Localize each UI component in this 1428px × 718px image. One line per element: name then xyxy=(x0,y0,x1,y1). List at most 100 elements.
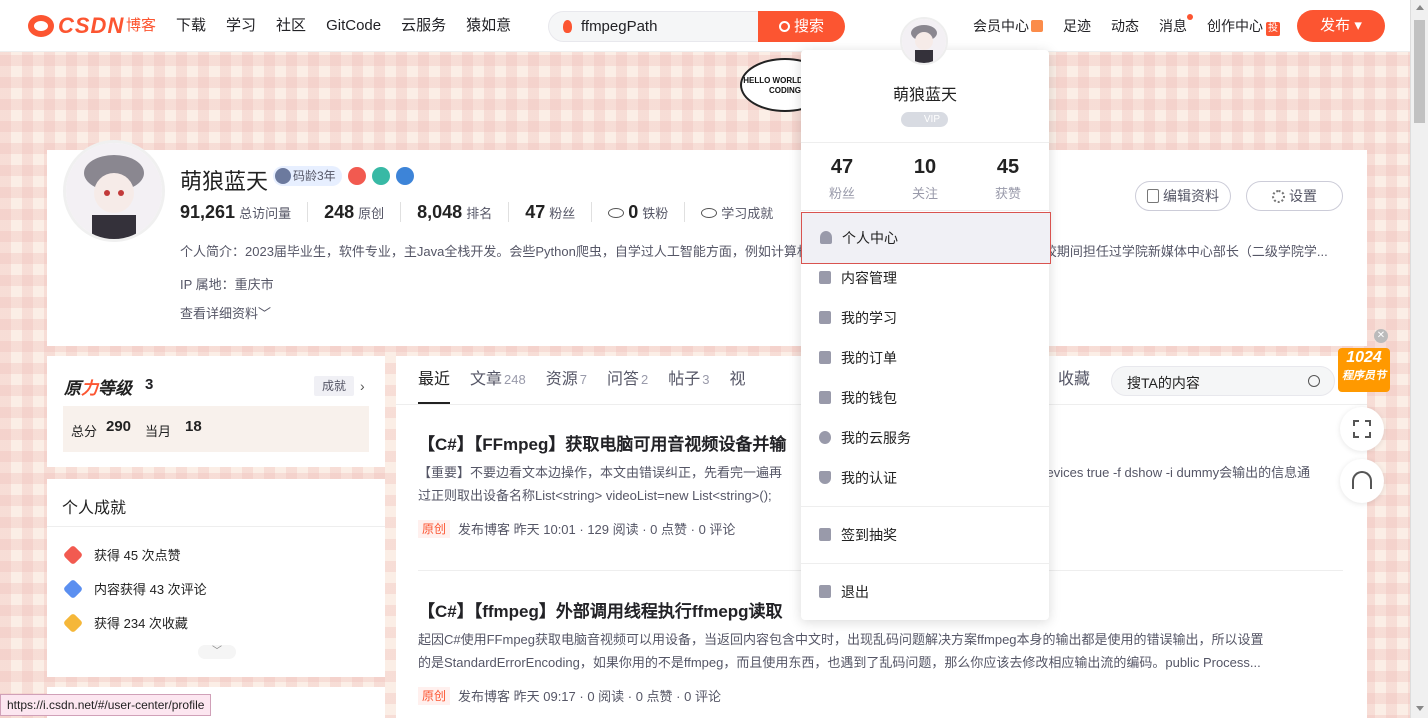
user-avatar[interactable] xyxy=(900,17,948,65)
menu-my-cloud[interactable]: 我的云服务 xyxy=(801,418,1049,458)
page-scrollbar[interactable] xyxy=(1410,0,1428,718)
view-details-label: 查看详细资料 xyxy=(180,306,259,321)
publish-button[interactable]: 发布 ▾ xyxy=(1297,10,1385,42)
menu-personal-center[interactable]: 个人中心 xyxy=(801,212,1051,264)
top-navbar: CSDN 博客 下载 学习 社区 GitCode 云服务 猿如意 ffmpegP… xyxy=(0,0,1410,52)
menu-logout[interactable]: 退出 xyxy=(801,572,1049,612)
search-input-value: ffmpegPath xyxy=(581,18,658,35)
search-bar: ffmpegPath 搜索 xyxy=(548,11,845,42)
nav-yuanruyi[interactable]: 猿如意 xyxy=(466,0,511,52)
promo-close-icon[interactable]: ✕ xyxy=(1374,329,1388,343)
view-details-link[interactable]: 查看详细资料﹀ xyxy=(180,303,271,322)
creator-medal-icon[interactable] xyxy=(347,167,366,185)
messages-link[interactable]: 消息 xyxy=(1159,14,1193,36)
tab-qa-label: 问答 xyxy=(606,371,639,388)
menu-my-wallet[interactable]: 我的钱包 xyxy=(801,378,1049,418)
content-search-input[interactable]: 搜TA的内容 xyxy=(1111,366,1335,396)
edit-doc-icon xyxy=(1147,189,1159,203)
article-meta-text: 发布博客 昨天 09:17 · 0 阅读 · 0 点赞 · 0 评论 xyxy=(458,689,721,704)
tab-articles[interactable]: 文章 248 xyxy=(470,356,526,404)
flame-icon xyxy=(563,20,572,33)
menu-my-certification[interactable]: 我的认证 xyxy=(801,458,1049,498)
tab-resources-count: 7 xyxy=(579,372,587,387)
stat-fans[interactable]: 47 粉丝 xyxy=(525,202,593,222)
tab-videos[interactable]: 视 xyxy=(729,356,745,404)
eye-icon xyxy=(701,208,718,218)
stat-original[interactable]: 248 原创 xyxy=(324,202,402,222)
tab-qa[interactable]: 问答 2 xyxy=(607,356,648,404)
stat-visits-value: 91,261 xyxy=(180,202,236,222)
tab-recent-label: 最近 xyxy=(418,371,451,388)
csdn-logo[interactable]: CSDN xyxy=(28,12,124,40)
achievements-card: 个人成就 获得 45 次点赞 内容获得 43 次评论 获得 234 次收藏 ﹀ xyxy=(47,479,385,677)
nav-download[interactable]: 下载 xyxy=(176,0,206,52)
profile-stats: 91,261 总访问量 248 原创 8,048 排名 47 粉丝 0 铁粉 学习成就 xyxy=(180,202,805,223)
comment-medal-icon xyxy=(62,578,84,599)
gear-icon xyxy=(1272,190,1285,203)
hidden-eye-icon xyxy=(608,208,625,218)
tab-posts[interactable]: 帖子 3 xyxy=(668,356,709,404)
tab-favorites[interactable]: 收藏 xyxy=(1058,356,1090,404)
footprint-link[interactable]: 足迹 xyxy=(1063,16,1091,36)
chevron-right-icon[interactable]: › xyxy=(360,378,365,394)
achievement-button[interactable]: 成就 xyxy=(314,376,355,396)
level-score-strip: 总分 290 当月 18 xyxy=(63,406,369,452)
male-gender-icon xyxy=(395,167,414,185)
creator-badge: 投 xyxy=(1266,22,1280,36)
menu-my-orders[interactable]: 我的订单 xyxy=(801,338,1049,378)
nav-gitcode[interactable]: GitCode xyxy=(326,0,381,52)
dropdown-stat-likes[interactable]: 45 获赞 xyxy=(967,156,1049,202)
profile-avatar[interactable] xyxy=(63,140,165,242)
profile-card: 萌狼蓝天 码龄3年 91,261 总访问量 248 原创 8,048 排名 47 粉丝 … xyxy=(47,140,1367,346)
tab-recent[interactable]: 最近 xyxy=(418,356,451,404)
dropdown-stat-fans[interactable]: 47 粉丝 xyxy=(801,156,883,202)
nav-blog[interactable]: 博客 xyxy=(126,0,156,52)
cloud-service-icon xyxy=(819,431,831,444)
stat-rank[interactable]: 8,048 排名 xyxy=(417,202,510,222)
scroll-down-arrow-icon[interactable] xyxy=(1416,706,1424,711)
level-title-a: 原 xyxy=(64,379,81,398)
search-input[interactable]: ffmpegPath xyxy=(548,11,760,42)
stat-fans-label: 粉丝 xyxy=(549,206,576,221)
tab-resources[interactable]: 资源 7 xyxy=(546,356,587,404)
menu-my-learning[interactable]: 我的学习 xyxy=(801,298,1049,338)
menu-content-management[interactable]: 内容管理 xyxy=(801,258,1049,298)
scroll-up-arrow-icon[interactable] xyxy=(1416,5,1424,10)
stat-iron-fans[interactable]: 0 铁粉 xyxy=(608,202,686,222)
customer-service-button[interactable] xyxy=(1340,459,1384,503)
stat-visits[interactable]: 91,261 总访问量 xyxy=(180,202,309,222)
edit-profile-label: 编辑资料 xyxy=(1163,188,1219,204)
creator-center-link[interactable]: 创作中心投 xyxy=(1207,16,1280,36)
fans-label: 粉丝 xyxy=(828,186,855,201)
menu-checkin-lottery[interactable]: 签到抽奖 xyxy=(801,515,1049,555)
activity-link[interactable]: 动态 xyxy=(1111,16,1139,36)
qrcode-button[interactable] xyxy=(1340,407,1384,451)
article-desc-line1: 起因C#使用FFmpeg获取电脑音视频可以用设备，当返回内容包含中文时，出现乱码… xyxy=(418,632,1264,647)
menu-my-cloud-label: 我的云服务 xyxy=(841,430,911,446)
scroll-thumb[interactable] xyxy=(1414,20,1425,123)
edit-profile-button[interactable]: 编辑资料 xyxy=(1135,181,1231,211)
nav-learn[interactable]: 学习 xyxy=(226,0,256,52)
vip-center-link[interactable]: 会员中心 xyxy=(973,16,1043,36)
following-label: 关注 xyxy=(911,186,938,201)
tab-articles-count: 248 xyxy=(504,372,526,387)
expand-achievements-button[interactable]: ﹀ xyxy=(198,645,236,659)
settings-button[interactable]: 设置 xyxy=(1246,181,1343,211)
dropdown-stat-following[interactable]: 10 关注 xyxy=(884,156,966,202)
community-medal-icon[interactable] xyxy=(371,167,390,185)
stat-learning[interactable]: 学习成就 xyxy=(701,203,789,223)
headset-icon xyxy=(1352,471,1372,489)
learning-achievement-label: 学习成就 xyxy=(721,206,774,221)
vip-badge[interactable]: VIP xyxy=(901,112,948,127)
promo-1024-banner[interactable]: 1024 程序员节 xyxy=(1338,348,1390,392)
nav-community[interactable]: 社区 xyxy=(276,0,306,52)
nav-cloud[interactable]: 云服务 xyxy=(401,0,446,52)
tab-videos-label: 视 xyxy=(729,371,746,388)
stat-original-value: 248 xyxy=(324,202,355,222)
article-meta: 原创 发布博客 昨天 09:17 · 0 阅读 · 0 点赞 · 0 评论 xyxy=(418,686,1343,705)
menu-my-certification-label: 我的认证 xyxy=(841,470,897,486)
tab-resources-label: 资源 xyxy=(545,371,578,388)
search-button[interactable]: 搜索 xyxy=(758,11,845,42)
search-icon[interactable] xyxy=(1308,375,1320,387)
article-meta-text: 发布博客 昨天 10:01 · 129 阅读 · 0 点赞 · 0 评论 xyxy=(458,522,736,537)
